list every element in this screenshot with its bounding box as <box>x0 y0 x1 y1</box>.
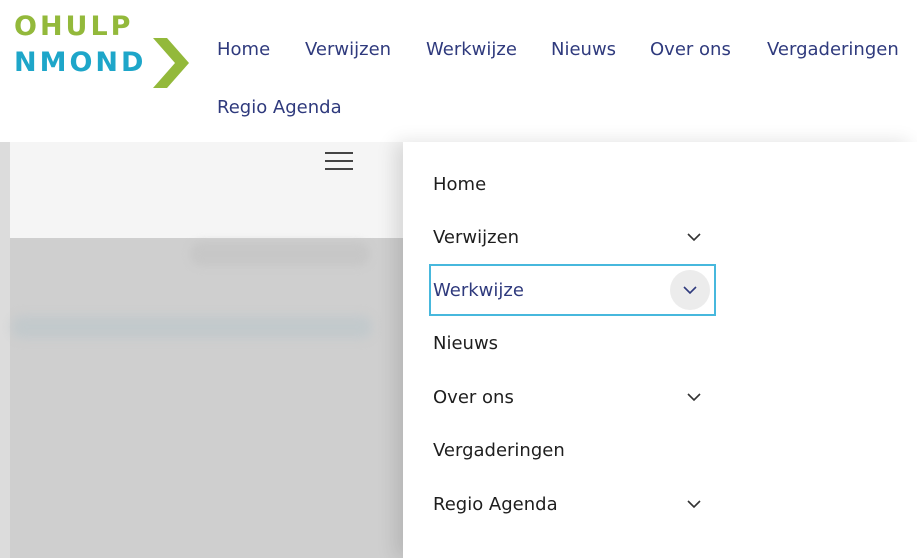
logo-text-top: OHULP <box>14 11 134 42</box>
drawer-item-label: Werkwijze <box>433 279 524 301</box>
topnav-home[interactable]: Home <box>217 39 270 60</box>
site-logo[interactable]: OHULP NMOND <box>0 10 200 90</box>
topnav-regio-agenda[interactable]: Regio Agenda <box>217 97 342 118</box>
drawer-item-label: Regio Agenda <box>433 493 558 515</box>
topnav-werkwijze[interactable]: Werkwijze <box>426 39 517 60</box>
chevron-down-icon[interactable] <box>674 377 714 417</box>
drawer-item-nieuws[interactable]: Nieuws <box>433 317 718 369</box>
drawer-item-label: Vergaderingen <box>433 439 565 461</box>
chevron-down-icon[interactable] <box>670 270 710 310</box>
drawer-item-verwijzen[interactable]: Verwijzen <box>433 211 718 263</box>
drawer-item-regio-agenda[interactable]: Regio Agenda <box>433 478 718 530</box>
logo-chevron-icon <box>153 38 189 88</box>
drawer-item-vergaderingen[interactable]: Vergaderingen <box>433 424 718 476</box>
chevron-down-icon[interactable] <box>674 217 714 257</box>
logo-text-bottom: NMOND <box>14 47 147 78</box>
drawer-item-label: Verwijzen <box>433 226 520 248</box>
blurred-button <box>190 242 370 266</box>
drawer-item-label: Nieuws <box>433 332 499 354</box>
drawer-item-label: Home <box>433 173 487 195</box>
chevron-down-icon[interactable] <box>674 484 714 524</box>
topnav-nieuws[interactable]: Nieuws <box>551 39 616 60</box>
hamburger-menu-icon[interactable] <box>325 148 353 174</box>
drawer-item-over-ons[interactable]: Over ons <box>433 371 718 423</box>
page-content-dimmed <box>10 238 403 558</box>
blurred-bar <box>12 316 372 338</box>
drawer-item-werkwijze[interactable]: Werkwijze <box>429 264 716 316</box>
topnav-over-ons[interactable]: Over ons <box>650 39 731 60</box>
drawer-item-home[interactable]: Home <box>433 158 718 210</box>
topnav-vergaderingen[interactable]: Vergaderingen <box>767 39 899 60</box>
drawer-item-label: Over ons <box>433 386 514 408</box>
topnav-verwijzen[interactable]: Verwijzen <box>305 39 391 60</box>
